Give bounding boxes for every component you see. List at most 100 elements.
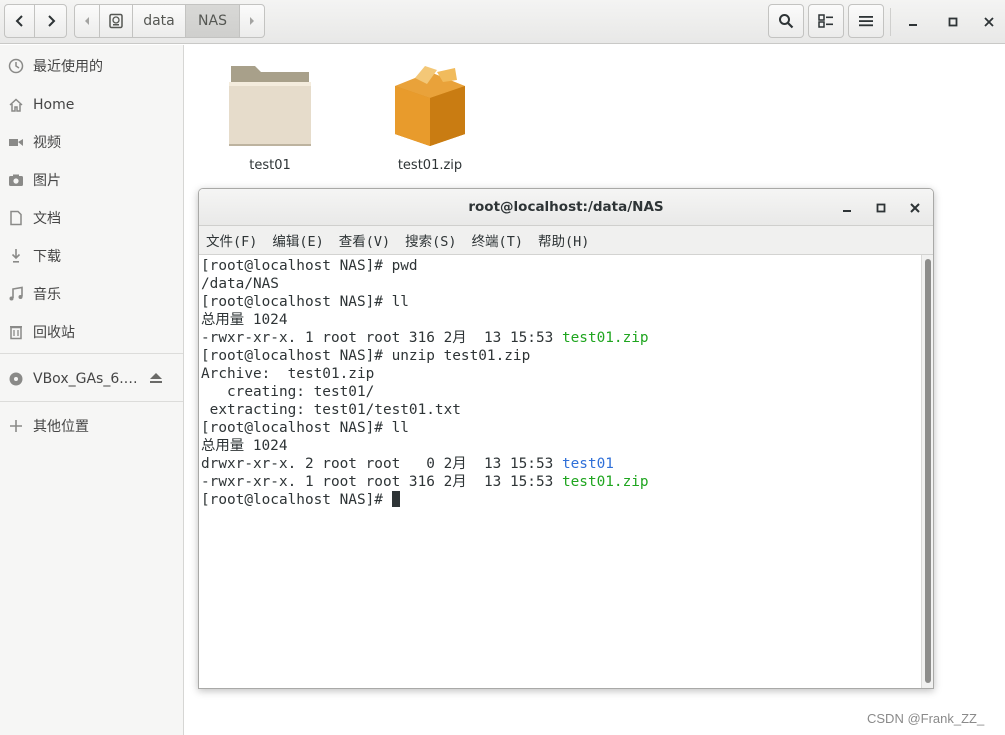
- terminal-line: 总用量 1024: [201, 437, 921, 455]
- terminal-highlight-filename: test01.zip: [561, 474, 649, 490]
- hamburger-icon: [859, 16, 873, 27]
- menu-edit[interactable]: 编辑(E): [272, 230, 323, 250]
- terminal-line: /data/NAS: [201, 275, 921, 293]
- terminal-menubar: 文件(F) 编辑(E) 查看(V) 搜索(S) 终端(T) 帮助(H): [199, 226, 933, 255]
- watermark: CSDN @Frank_ZZ_: [867, 711, 985, 726]
- terminal-line-text: [root@localhost NAS]# ll: [201, 294, 409, 310]
- menu-help[interactable]: 帮助(H): [538, 230, 589, 250]
- terminal-line: extracting: test01/test01.txt: [201, 401, 921, 419]
- sidebar-item-recent[interactable]: 最近使用的: [0, 49, 183, 83]
- sidebar-item-label: 文档: [33, 211, 61, 227]
- video-icon: [8, 134, 24, 150]
- back-button[interactable]: [4, 4, 35, 38]
- terminal-line-text: -rwxr-xr-x. 1 root root 316 2月 13 15:53: [201, 330, 562, 346]
- file-manager-window: data NAS 最近使用的 Home 视频 图片 文档 下载 音乐 回收站 V…: [0, 0, 1005, 735]
- home-icon: [8, 97, 24, 113]
- sidebar-separator: [0, 353, 183, 354]
- menu-button[interactable]: [848, 4, 884, 38]
- menu-file[interactable]: 文件(F): [206, 230, 257, 250]
- search-button[interactable]: [768, 4, 804, 38]
- maximize-button[interactable]: [939, 8, 967, 36]
- path-scroll-right-button[interactable]: [239, 4, 265, 38]
- terminal-maximize-button[interactable]: [870, 197, 892, 219]
- path-root-button[interactable]: [99, 4, 133, 38]
- sidebar-item-music[interactable]: 音乐: [0, 277, 183, 311]
- sidebar-item-vbox-disc[interactable]: VBox_GAs_6.…: [0, 362, 183, 396]
- view-options-button[interactable]: [808, 4, 844, 38]
- terminal-line-text: 总用量 1024: [201, 438, 288, 454]
- minimize-icon: [909, 24, 917, 26]
- path-segment-data[interactable]: data: [132, 4, 186, 38]
- sidebar-item-label: 视频: [33, 135, 61, 151]
- sidebar-item-pictures[interactable]: 图片: [0, 163, 183, 197]
- music-icon: [8, 286, 24, 302]
- sidebar-item-trash[interactable]: 回收站: [0, 315, 183, 349]
- menu-search[interactable]: 搜索(S): [405, 230, 456, 250]
- sidebar-item-label: Home: [33, 97, 75, 113]
- scrollbar-thumb[interactable]: [925, 259, 931, 683]
- terminal-line-text: drwxr-xr-x. 2 root root 0 2月 13 15:53: [201, 456, 562, 472]
- sidebar-item-label: 最近使用的: [33, 59, 103, 75]
- terminal-line: creating: test01/: [201, 383, 921, 401]
- menu-terminal[interactable]: 终端(T): [472, 230, 523, 250]
- list-view-icon: [818, 14, 833, 28]
- terminal-line: -rwxr-xr-x. 1 root root 316 2月 13 15:53 …: [201, 473, 921, 491]
- close-icon: [910, 203, 920, 213]
- camera-icon: [8, 172, 24, 188]
- path-segment-nas[interactable]: NAS: [185, 4, 240, 38]
- sidebar-item-downloads[interactable]: 下载: [0, 239, 183, 273]
- maximize-icon: [948, 17, 958, 27]
- forward-button[interactable]: [34, 4, 67, 38]
- menu-view[interactable]: 查看(V): [339, 230, 390, 250]
- terminal-close-button[interactable]: [904, 197, 926, 219]
- terminal-minimize-button[interactable]: [836, 197, 858, 219]
- terminal-line-text: [root@localhost NAS]# unzip test01.zip: [201, 348, 531, 364]
- plus-icon: [8, 418, 24, 434]
- download-icon: [8, 248, 24, 264]
- clock-icon: [8, 58, 24, 74]
- minimize-icon: [843, 210, 851, 212]
- file-name: test01.zip: [397, 158, 463, 173]
- terminal-window[interactable]: root@localhost:/data/NAS 文件(F) 编辑(E) 查看(…: [198, 188, 934, 689]
- file-item-folder[interactable]: test01: [210, 60, 330, 173]
- sidebar-item-label: 下载: [33, 249, 61, 265]
- sidebar-item-label: 音乐: [33, 287, 61, 303]
- terminal-line: [root@localhost NAS]# pwd: [201, 257, 921, 275]
- path-scroll-left-button[interactable]: [74, 4, 100, 38]
- disc-icon: [8, 371, 24, 387]
- search-icon: [779, 14, 794, 29]
- eject-icon[interactable]: [149, 372, 163, 387]
- sidebar-item-label: VBox_GAs_6.…: [33, 371, 138, 387]
- terminal-line-text: creating: test01/: [201, 384, 375, 400]
- terminal-line: [root@localhost NAS]# ll: [201, 293, 921, 311]
- terminal-cursor: [391, 491, 400, 507]
- maximize-icon: [876, 203, 886, 213]
- terminal-scrollbar[interactable]: [921, 255, 933, 688]
- sidebar-item-videos[interactable]: 视频: [0, 125, 183, 159]
- terminal-line: [root@localhost NAS]#: [201, 491, 921, 509]
- sidebar-item-label: 图片: [33, 173, 61, 189]
- package-icon: [395, 66, 465, 146]
- triangle-left-icon: [85, 17, 89, 25]
- close-button[interactable]: [975, 8, 1003, 36]
- terminal-highlight-filename: test01.zip: [561, 330, 649, 346]
- terminal-line-text: extracting: test01/test01.txt: [201, 402, 461, 418]
- triangle-right-icon: [250, 17, 254, 25]
- terminal-line: drwxr-xr-x. 2 root root 0 2月 13 15:53 te…: [201, 455, 921, 473]
- file-item-zip[interactable]: test01.zip: [370, 60, 490, 173]
- sidebar-item-other-locations[interactable]: 其他位置: [0, 409, 183, 443]
- terminal-line-text: [root@localhost NAS]#: [201, 492, 392, 508]
- sidebar-item-label: 其他位置: [33, 419, 89, 435]
- terminal-line: -rwxr-xr-x. 1 root root 316 2月 13 15:53 …: [201, 329, 921, 347]
- terminal-highlight-filename: test01: [561, 456, 614, 472]
- file-name: test01: [249, 158, 291, 173]
- terminal-line-text: -rwxr-xr-x. 1 root root 316 2月 13 15:53: [201, 474, 562, 490]
- terminal-titlebar[interactable]: root@localhost:/data/NAS: [199, 189, 933, 226]
- sidebar-item-documents[interactable]: 文档: [0, 201, 183, 235]
- document-icon: [8, 210, 24, 226]
- trash-icon: [8, 324, 24, 340]
- minimize-button[interactable]: [899, 8, 927, 36]
- chevron-left-icon: [15, 15, 23, 27]
- terminal-output[interactable]: [root@localhost NAS]# pwd/data/NAS [root@…: [199, 255, 921, 688]
- sidebar-item-home[interactable]: Home: [0, 88, 183, 122]
